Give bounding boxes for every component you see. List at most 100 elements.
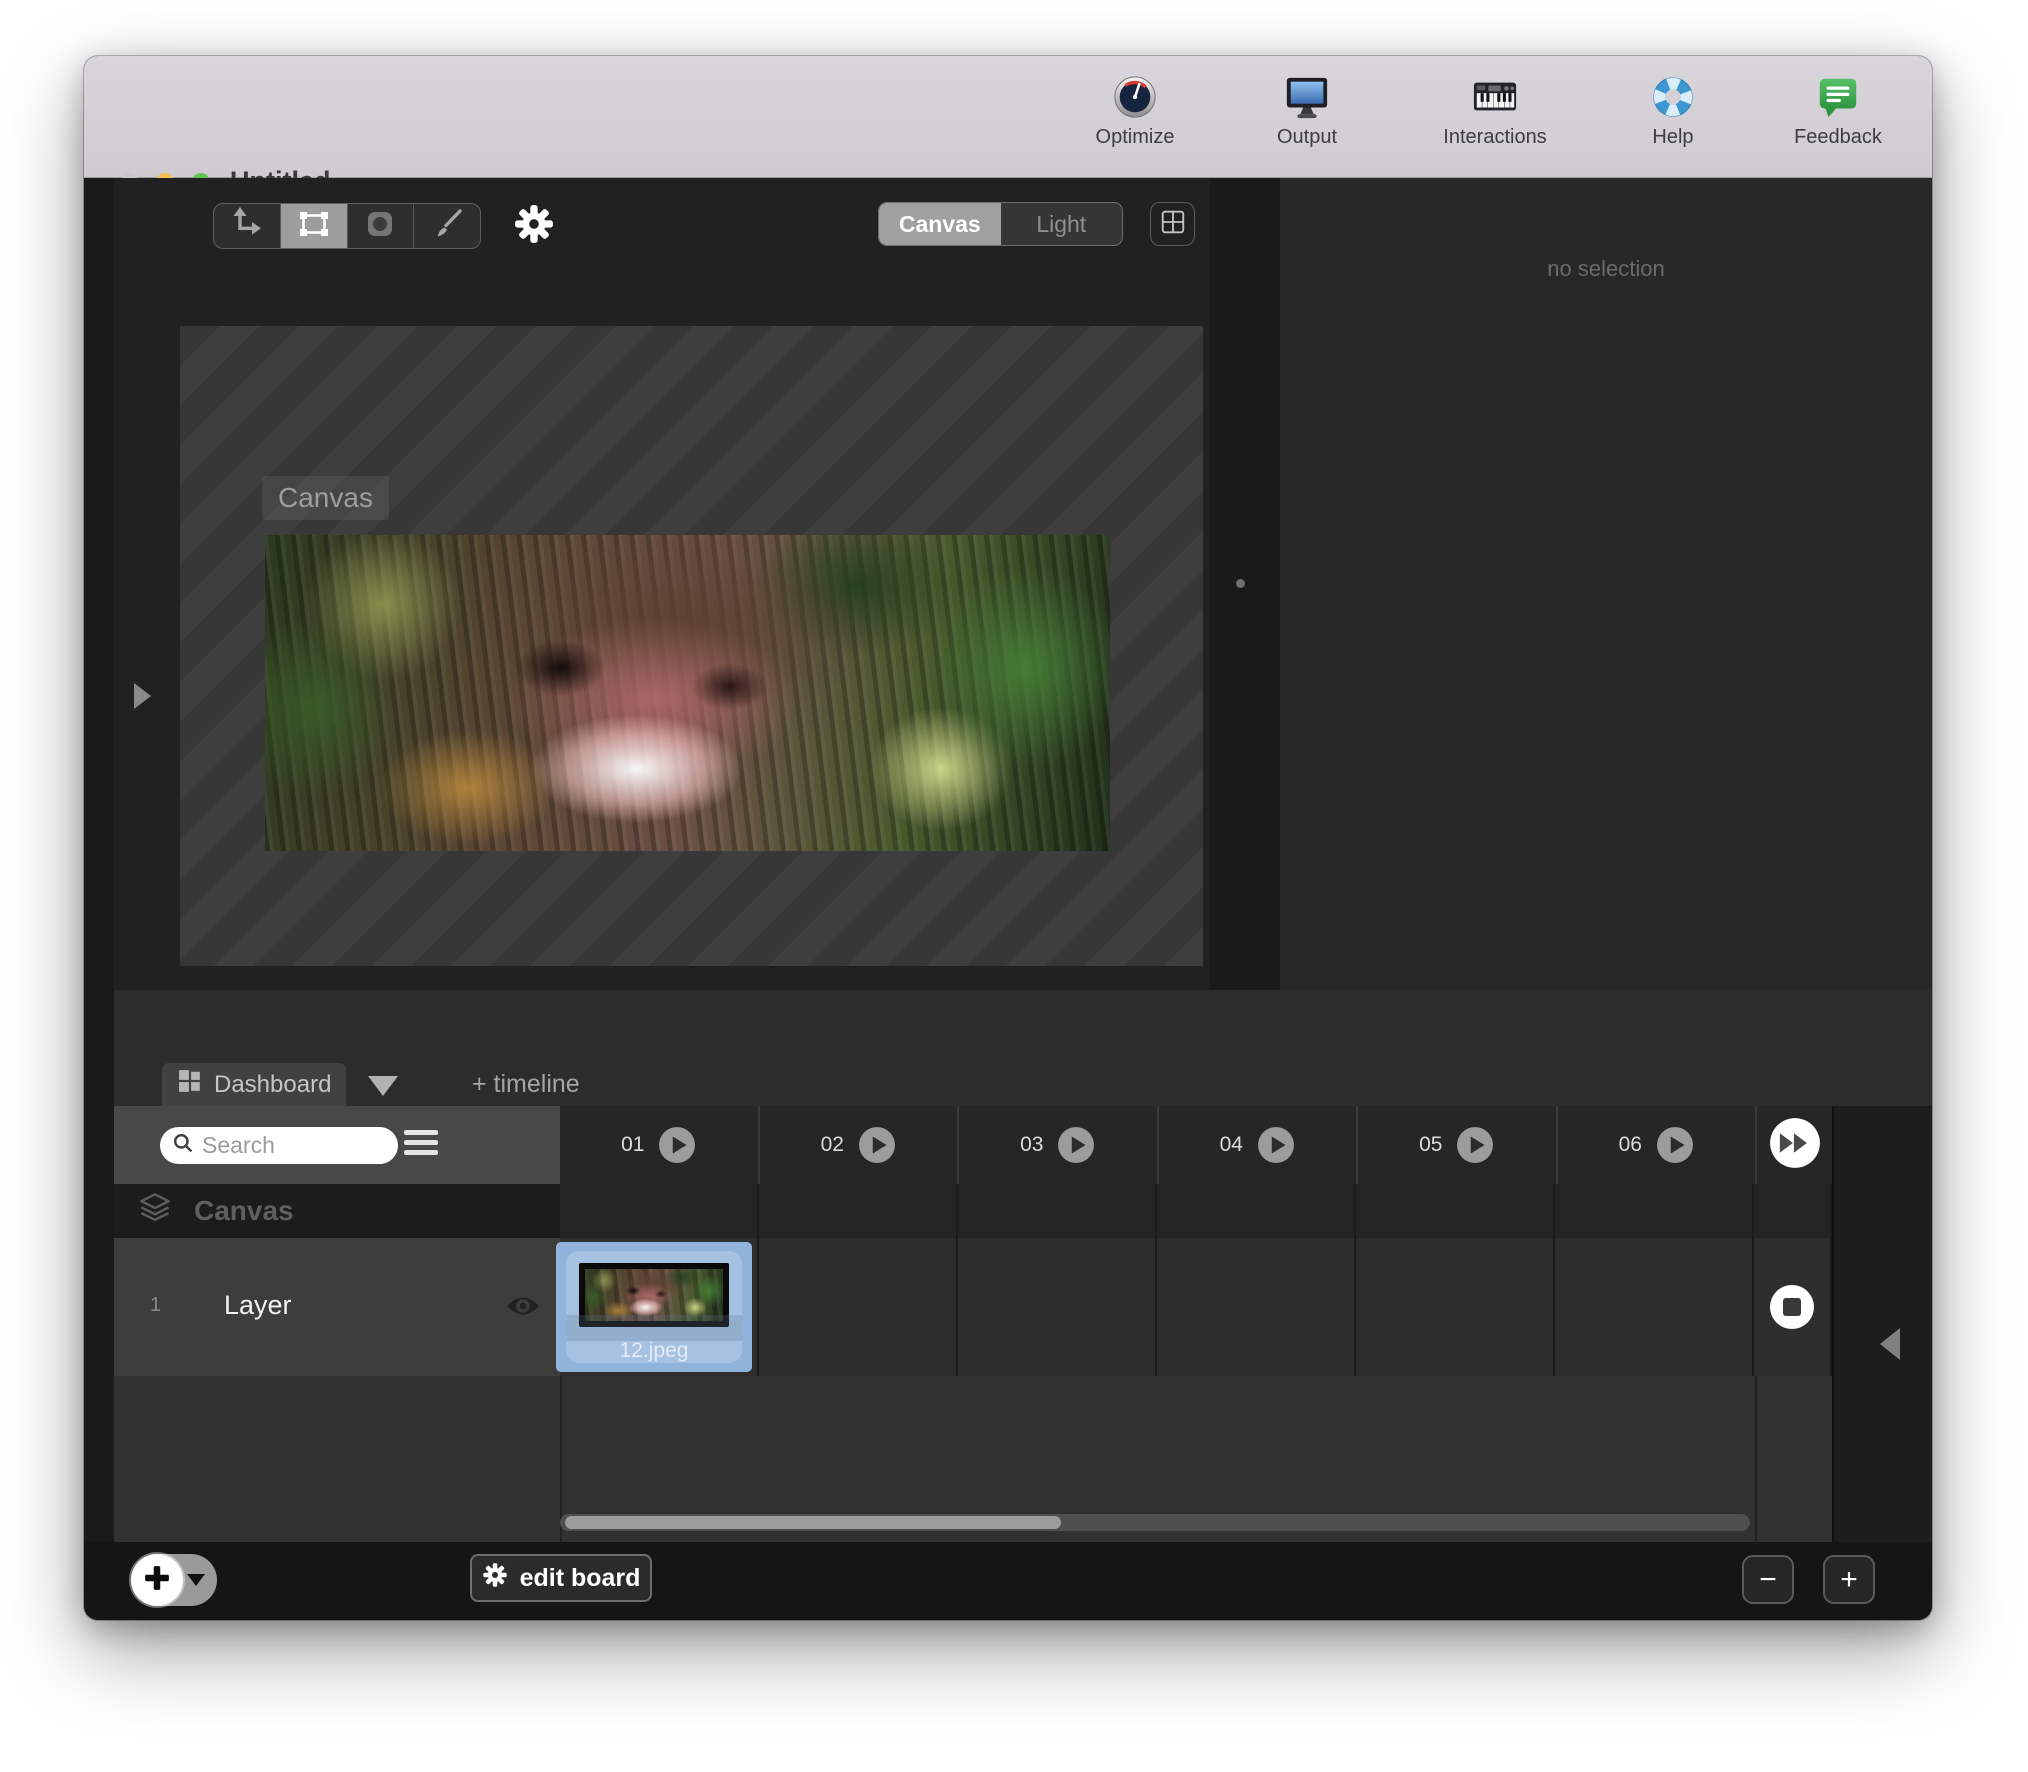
feedback-label: Feedback: [1794, 126, 1882, 148]
edit-board-button[interactable]: edit board: [470, 1554, 652, 1602]
mask-icon: [360, 204, 400, 249]
column-header-03: 03: [959, 1106, 1159, 1184]
expand-left-panel-handle[interactable]: [134, 683, 151, 709]
mask-tool-button[interactable]: [348, 204, 415, 248]
inspector-panel: no selection: [1280, 178, 1932, 990]
plus-icon: +: [1840, 1563, 1858, 1597]
canvas-stage[interactable]: Canvas: [180, 326, 1203, 966]
board-header-left: [114, 1106, 560, 1184]
speedometer-icon: [1065, 74, 1205, 120]
brush-tool-button[interactable]: [414, 204, 480, 248]
column-header-02: 02: [760, 1106, 960, 1184]
canvas-media-image[interactable]: [265, 535, 1110, 851]
layer-name: Layer: [224, 1290, 292, 1321]
tab-dropdown-caret[interactable]: [368, 1076, 398, 1096]
column-header-01: 01: [560, 1106, 760, 1184]
column-number: 01: [621, 1133, 644, 1157]
output-button[interactable]: Output: [1237, 74, 1377, 149]
layer-visibility-eye-icon[interactable]: [506, 1294, 540, 1323]
play-column-button[interactable]: [1456, 1126, 1494, 1164]
brush-icon: [427, 204, 467, 249]
help-button[interactable]: Help: [1603, 74, 1743, 149]
scrollbar-thumb[interactable]: [565, 1516, 1061, 1529]
collapse-right-panel-handle[interactable]: [1880, 1328, 1900, 1360]
clip-filename: 12.jpeg: [566, 1339, 742, 1363]
canvas-group-grid: [560, 1184, 1832, 1238]
column-number: 06: [1619, 1133, 1642, 1157]
interactions-label: Interactions: [1443, 126, 1546, 148]
grid-layout-button[interactable]: [1150, 202, 1195, 246]
column-header-05: 05: [1358, 1106, 1558, 1184]
move-tool-button[interactable]: [214, 204, 281, 248]
add-board-button[interactable]: +: [1823, 1555, 1875, 1604]
play-column-button[interactable]: [1257, 1126, 1295, 1164]
add-timeline-button[interactable]: + timeline: [472, 1070, 580, 1099]
canvas-stage-label: Canvas: [262, 476, 389, 520]
board-right-rail: [1832, 1106, 1932, 1542]
bottom-bar: edit board − +: [84, 1542, 1932, 1620]
canvas-group-row[interactable]: Canvas: [114, 1184, 560, 1238]
view-toggle-canvas[interactable]: Canvas: [879, 203, 1001, 245]
board-menu-button[interactable]: [404, 1130, 438, 1155]
horizontal-scrollbar[interactable]: [560, 1514, 1750, 1531]
column-headers: 01 02 03 04 05: [560, 1106, 1755, 1184]
layer-index: 1: [150, 1294, 161, 1317]
output-label: Output: [1277, 126, 1337, 148]
gear-icon: [482, 1562, 508, 1595]
column-header-06: 06: [1558, 1106, 1756, 1184]
interactions-button[interactable]: Interactions: [1425, 74, 1565, 149]
clip-label-band: [566, 1315, 742, 1341]
selected-clip-cell[interactable]: 12.jpeg: [556, 1242, 752, 1372]
add-dropdown-caret[interactable]: [187, 1574, 205, 1586]
play-column-button[interactable]: [658, 1126, 696, 1164]
feedback-button[interactable]: Feedback: [1768, 74, 1908, 149]
canvas-settings-button[interactable]: [511, 203, 557, 249]
gear-icon: [513, 203, 555, 250]
fast-forward-button[interactable]: [1769, 1117, 1821, 1174]
canvas-panel: Canvas Light Canvas: [114, 178, 1210, 990]
speech-bubble-icon: [1768, 74, 1908, 120]
search-icon: [172, 1132, 194, 1159]
midi-keyboard-icon: [1425, 74, 1565, 120]
help-label: Help: [1652, 126, 1693, 148]
column-number: 05: [1419, 1133, 1442, 1157]
lifebuoy-icon: [1603, 74, 1743, 120]
titlebar: Untitled Optimize: [84, 56, 1932, 178]
add-clip-split-button[interactable]: [131, 1554, 217, 1606]
clip-card: 12.jpeg: [566, 1251, 742, 1363]
no-selection-text: no selection: [1280, 256, 1932, 282]
vertical-splitter-handle[interactable]: [1236, 579, 1245, 588]
view-toggle-light[interactable]: Light: [1001, 203, 1123, 245]
column-number: 02: [821, 1133, 844, 1157]
app-window: Untitled Optimize: [84, 56, 1932, 1620]
dashboard-tab-label: Dashboard: [214, 1071, 331, 1099]
tool-segmented-control: [213, 203, 481, 249]
canvas-group-label: Canvas: [194, 1195, 294, 1227]
add-button[interactable]: [131, 1554, 183, 1606]
transform-tool-button[interactable]: [281, 204, 348, 248]
transform-icon: [294, 204, 334, 249]
edit-board-label: edit board: [520, 1564, 641, 1593]
clip-thumbnail-image: [585, 1269, 723, 1321]
column-number: 03: [1020, 1133, 1043, 1157]
optimize-button[interactable]: Optimize: [1065, 74, 1205, 149]
dashboard-grid-icon: [178, 1069, 202, 1100]
tab-dashboard[interactable]: Dashboard: [162, 1063, 346, 1106]
column-header-04: 04: [1159, 1106, 1359, 1184]
layers-icon: [138, 1192, 172, 1231]
view-toggle: Canvas Light: [878, 202, 1123, 246]
move-arrow-icon: [227, 204, 267, 249]
column-number: 04: [1220, 1133, 1243, 1157]
remove-board-button[interactable]: −: [1742, 1555, 1794, 1604]
play-column-button[interactable]: [1656, 1126, 1694, 1164]
layer-row-header[interactable]: 1 Layer: [114, 1238, 560, 1376]
play-column-button[interactable]: [1057, 1126, 1095, 1164]
optimize-label: Optimize: [1096, 126, 1175, 148]
search-field[interactable]: [160, 1127, 398, 1164]
stop-layer-button[interactable]: [1769, 1284, 1815, 1330]
plus-icon: [142, 1563, 172, 1598]
search-input[interactable]: [202, 1132, 362, 1159]
minus-icon: −: [1759, 1563, 1777, 1597]
grid-icon: [1159, 208, 1187, 241]
play-column-button[interactable]: [858, 1126, 896, 1164]
